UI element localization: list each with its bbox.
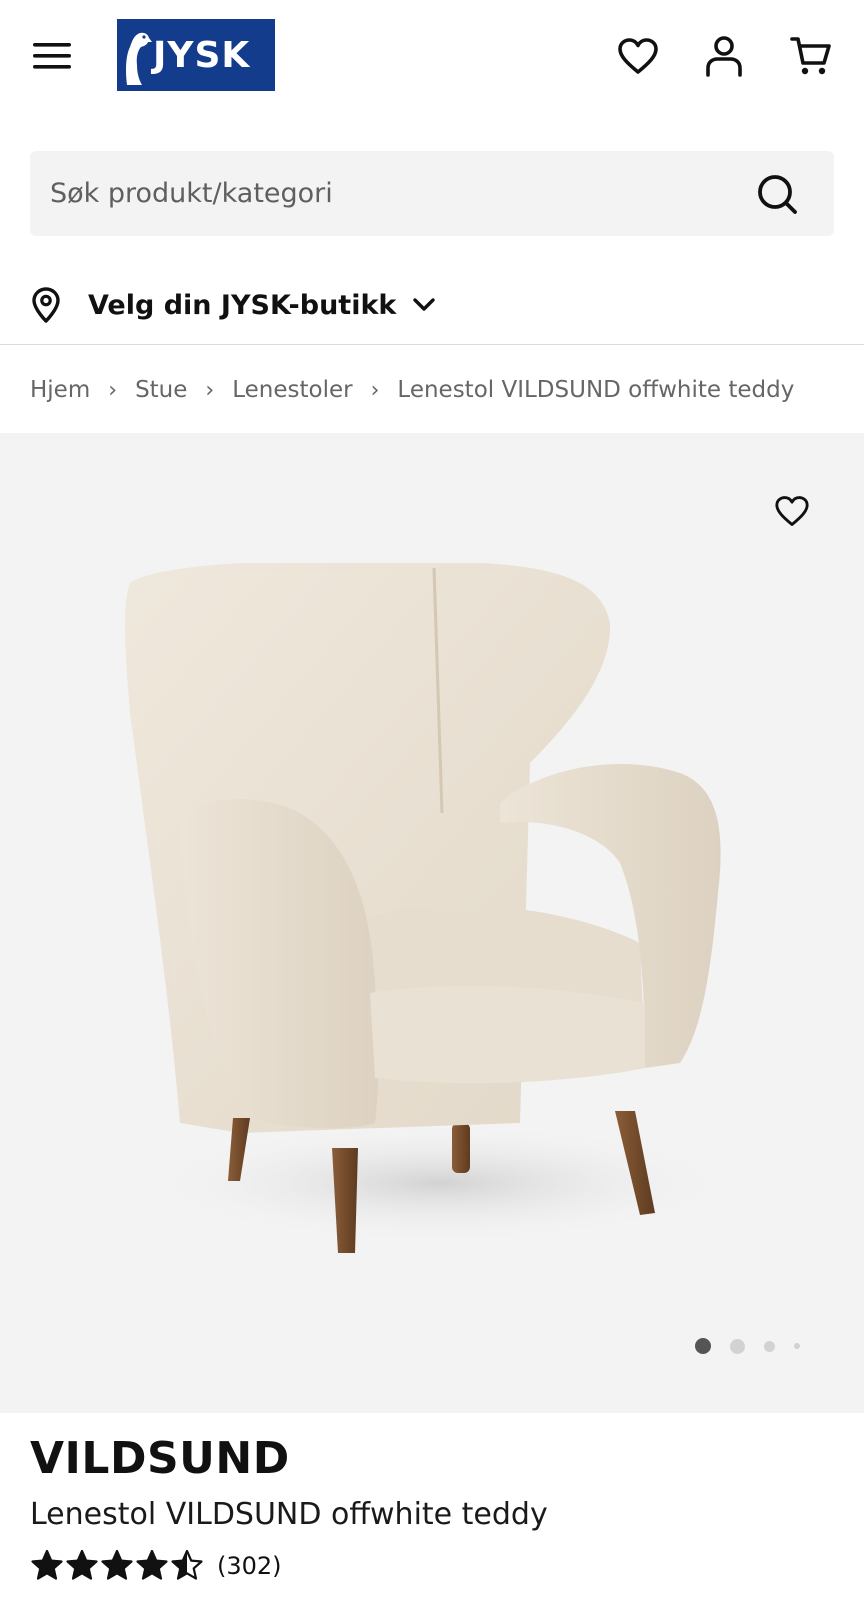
search-input[interactable] <box>30 151 730 236</box>
star-full-icon <box>66 1549 98 1580</box>
star-full-icon <box>31 1549 63 1580</box>
chevron-right-icon: › <box>108 377 118 403</box>
product-gallery[interactable] <box>0 433 864 1413</box>
favorites-button[interactable] <box>614 32 662 80</box>
cart-button[interactable] <box>787 32 835 80</box>
add-to-wishlist-button[interactable] <box>770 489 814 533</box>
search-button[interactable] <box>754 171 800 217</box>
gallery-dot-1[interactable] <box>695 1338 711 1354</box>
location-pin-icon <box>32 287 60 323</box>
breadcrumb-stue[interactable]: Stue <box>135 377 187 403</box>
account-button[interactable] <box>700 32 748 80</box>
bird-logo-icon <box>126 32 152 85</box>
breadcrumb: Hjem › Stue › Lenestoler › Lenestol VILD… <box>30 373 794 407</box>
gallery-dot-2[interactable] <box>730 1338 745 1354</box>
store-chevron <box>412 297 436 313</box>
breadcrumb-lenestoler[interactable]: Lenestoler <box>232 377 352 403</box>
user-icon <box>706 36 742 77</box>
gallery-dot-3[interactable] <box>764 1340 775 1352</box>
breadcrumb-current: Lenestol VILDSUND offwhite teddy <box>397 377 795 403</box>
product-title: Lenestol VILDSUND offwhite teddy <box>30 1497 548 1532</box>
review-count[interactable]: (302) <box>217 1552 282 1580</box>
chevron-down-icon <box>413 298 436 311</box>
breadcrumb-home[interactable]: Hjem <box>30 377 90 403</box>
chevron-right-icon: › <box>370 377 380 403</box>
heart-icon <box>775 496 809 526</box>
chevron-right-icon: › <box>205 377 215 403</box>
search-icon <box>758 175 797 214</box>
gallery-pagination <box>695 1338 819 1354</box>
heart-icon <box>618 38 658 74</box>
store-selector[interactable]: Velg din JYSK-butikk <box>30 283 436 327</box>
logo-text: JYSK <box>153 34 251 76</box>
rating-stars <box>30 1549 205 1583</box>
divider <box>0 344 864 345</box>
star-half-icon <box>171 1549 203 1580</box>
cart-icon <box>790 37 831 75</box>
product-brand: VILDSUND <box>30 1433 290 1484</box>
menu-icon <box>33 43 71 69</box>
search-bar <box>30 151 834 236</box>
star-full-icon <box>136 1549 168 1580</box>
star-full-icon <box>101 1549 133 1580</box>
menu-button[interactable] <box>28 32 76 80</box>
store-label: Velg din JYSK-butikk <box>88 289 397 321</box>
jysk-logo[interactable]: JYSK <box>117 19 275 91</box>
header: JYSK <box>0 0 864 112</box>
gallery-dot-4[interactable] <box>794 1343 800 1349</box>
product-rating[interactable]: (302) <box>30 1546 282 1586</box>
product-image-armchair <box>125 563 740 1253</box>
